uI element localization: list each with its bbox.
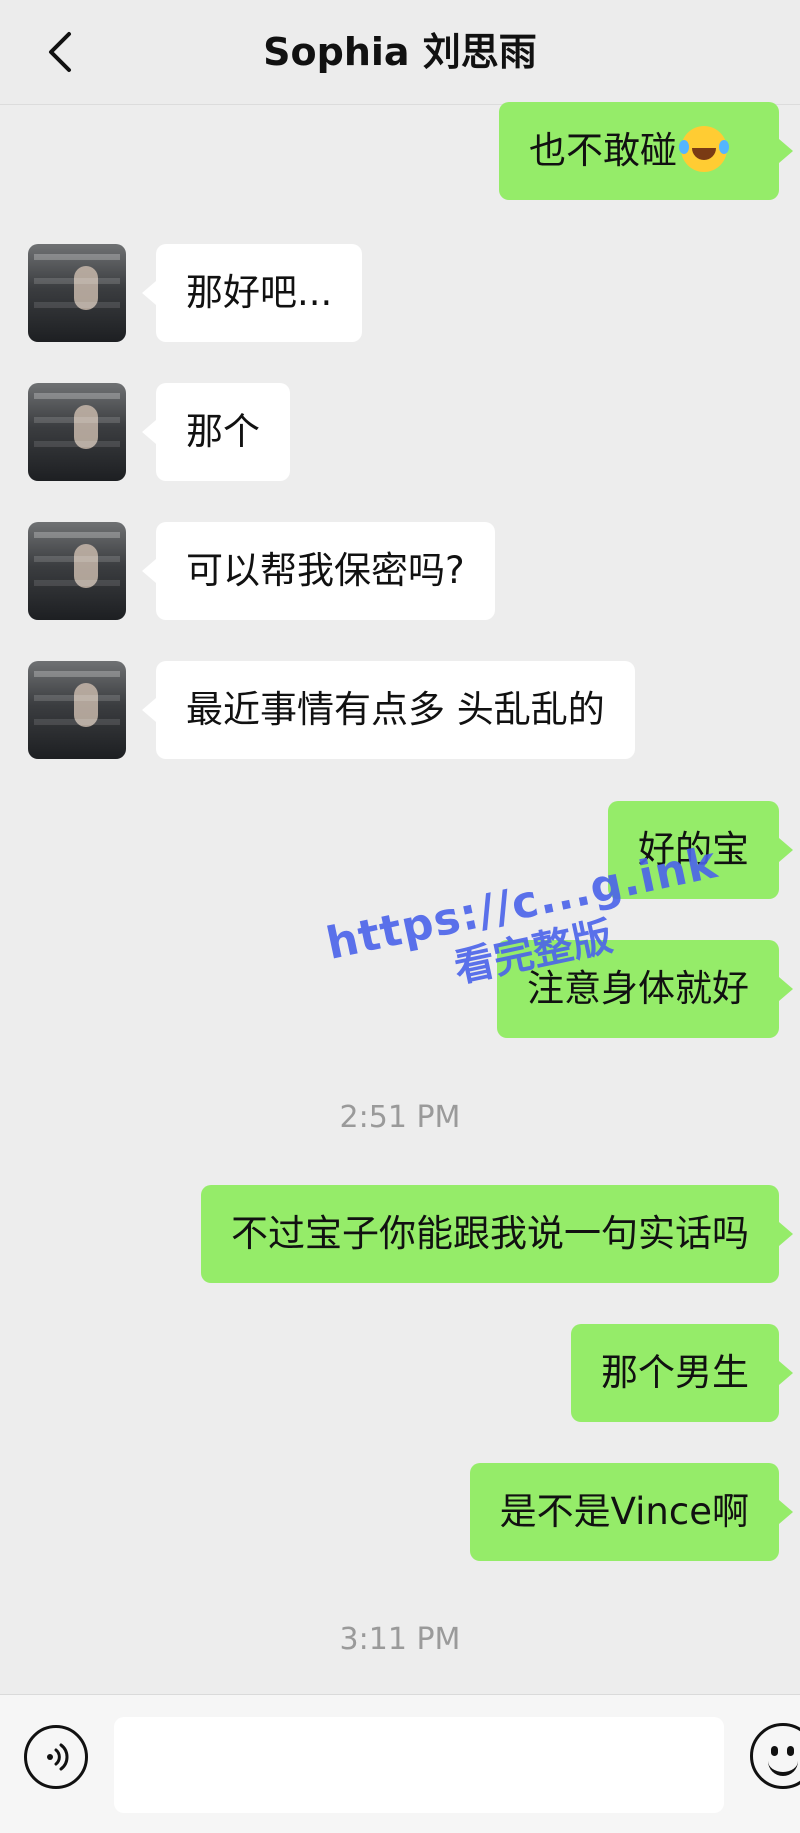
chat-title: Sophia 刘思雨 [263,30,537,74]
emoji-button[interactable] [750,1723,800,1789]
message-text: 可以帮我保密吗? [186,549,465,592]
incoming-message-bubble[interactable]: 那好吧... [141,244,363,342]
incoming-message-bubble[interactable]: 可以帮我保密吗? [142,522,495,620]
message-text: 不过宝子你能跟我说一句实话吗 [231,1212,749,1255]
contact-avatar[interactable] [28,244,126,342]
message-text: 最近事情有点多 头乱乱的 [186,688,605,731]
message-text: 那个男生 [601,1351,749,1394]
outgoing-message-bubble[interactable]: 不过宝子你能跟我说一句实话吗 [201,1185,793,1283]
outgoing-message-bubble[interactable]: 也不敢碰 [499,102,793,200]
emoji-icon [768,1756,798,1776]
timestamp: 2:51 PM [339,1100,461,1135]
message-text: 是不是Vince啊 [499,1490,749,1533]
contact-avatar[interactable] [28,661,126,759]
voice-icon [47,1743,69,1771]
message-text: 也不敢碰 [529,129,677,172]
laughing-tears-emoji-icon [679,125,727,172]
message-input[interactable] [114,1717,724,1813]
outgoing-message-bubble[interactable]: 那个男生 [571,1324,793,1422]
timestamp: 3:11 PM [339,1622,461,1657]
outgoing-message-bubble[interactable]: 是不是Vince啊 [469,1463,794,1561]
incoming-message-bubble[interactable]: 那个 [142,383,290,481]
voice-button[interactable] [24,1725,88,1789]
contact-avatar[interactable] [28,383,126,481]
chat-header: Sophia 刘思雨 [0,0,800,105]
contact-avatar[interactable] [28,522,126,620]
message-text: 那好吧... [186,271,333,314]
input-bar [0,1694,800,1833]
message-text: 那个 [186,410,260,453]
incoming-message-bubble[interactable]: 最近事情有点多 头乱乱的 [142,661,635,759]
